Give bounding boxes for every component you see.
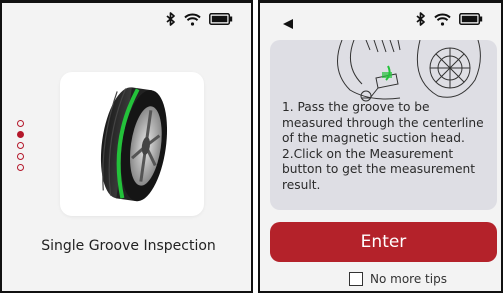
tip-card: 1. Pass the groove to be measured throug… [270,40,497,210]
pager-dot[interactable] [17,120,24,127]
tip-instructions-text: 1. Pass the groove to be measured throug… [282,100,484,192]
status-bar [166,12,233,26]
bluetooth-icon [416,12,426,26]
right-phone-screen: 1. Pass the groove to be measured throug… [258,0,503,293]
pager-dot[interactable] [17,164,24,171]
pager-dot[interactable] [17,153,24,160]
feature-label: Single Groove Inspection [41,238,216,254]
left-phone-screen: Single Groove Inspection [0,0,253,293]
pager-dots [17,120,24,171]
pager-dot[interactable] [17,142,24,149]
battery-icon [459,13,483,25]
status-bar [416,12,483,26]
tire-measurement-illustration [337,40,481,102]
enter-button[interactable]: Enter [270,222,497,262]
tire-icon [100,87,168,202]
no-more-tips-checkbox[interactable] [349,272,363,286]
battery-icon [209,13,233,25]
back-arrow-icon[interactable] [282,14,294,33]
bluetooth-icon [166,12,176,26]
wifi-icon [434,13,451,26]
pager-dot-active[interactable] [17,131,24,138]
wifi-icon [184,13,201,26]
tip-instructions: 1. Pass the groove to be measured throug… [282,100,490,193]
no-more-tips-option[interactable]: No more tips [349,272,447,286]
no-more-tips-label: No more tips [370,272,447,286]
feature-card-single-groove[interactable] [60,72,204,216]
